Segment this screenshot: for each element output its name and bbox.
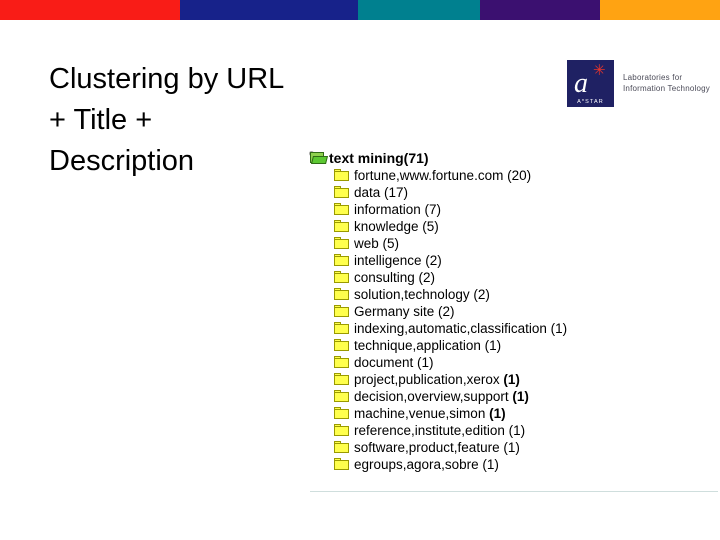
tree-item-label: egroups,agora,sobre (1) [354, 457, 499, 472]
tree-item[interactable]: data (17) [309, 184, 709, 201]
tree-item[interactable]: egroups,agora,sobre (1) [309, 456, 709, 473]
folder-icon [334, 288, 351, 301]
astar-logo: a ✳ A*STAR Laboratories for Information … [567, 60, 712, 110]
folder-icon [334, 322, 351, 335]
tree-item-label: information (7) [354, 202, 442, 217]
color-bar-segment-teal [358, 0, 480, 20]
tree-item-label: decision,overview,support (1) [354, 389, 529, 404]
logo-wordmark-line1: Laboratories for [623, 73, 683, 82]
tree-item-count: (1) [503, 372, 520, 387]
logo-wordmark-line2: Information Technology [623, 83, 710, 93]
folder-icon [334, 339, 351, 352]
open-folder-green-icon [309, 151, 328, 166]
tree-item-label: indexing,automatic,classification (1) [354, 321, 568, 336]
tree-item-label: intelligence (2) [354, 253, 442, 268]
folder-icon [334, 169, 351, 182]
tree-item[interactable]: consulting (2) [309, 269, 709, 286]
folder-icon [334, 441, 351, 454]
star-icon: ✳ [593, 62, 606, 79]
color-bar-segment-red [0, 0, 180, 20]
tree-item[interactable]: decision,overview,support (1) [309, 388, 709, 405]
tree-item[interactable]: information (7) [309, 201, 709, 218]
decorative-color-bar [0, 0, 720, 20]
color-bar-segment-blue [180, 0, 358, 20]
tree-item-label: solution,technology (2) [354, 287, 490, 302]
tree-item-label: project,publication,xerox (1) [354, 372, 520, 387]
logo-wordmark: Laboratories for Information Technology [623, 73, 710, 94]
tree-item-label: fortune,www.fortune.com (20) [354, 168, 532, 183]
tree-item-label: web (5) [354, 236, 400, 251]
folder-icon [334, 373, 351, 386]
tree-item-count: (1) [512, 389, 529, 404]
tree-item[interactable]: intelligence (2) [309, 252, 709, 269]
tree-item[interactable]: project,publication,xerox (1) [309, 371, 709, 388]
logo-astar-label: A*STAR [577, 99, 604, 105]
folder-icon [334, 186, 351, 199]
horizontal-divider [310, 491, 718, 492]
cluster-tree[interactable]: text mining(71) fortune,www.fortune.com (… [309, 150, 709, 473]
tree-item[interactable]: knowledge (5) [309, 218, 709, 235]
tree-item[interactable]: software,product,feature (1) [309, 439, 709, 456]
folder-icon [334, 407, 351, 420]
folder-icon [334, 356, 351, 369]
tree-item[interactable]: Germany site (2) [309, 303, 709, 320]
tree-item-label: knowledge (5) [354, 219, 439, 234]
folder-icon [334, 390, 351, 403]
tree-item-label: document (1) [354, 355, 434, 370]
tree-item-label: technique,application (1) [354, 338, 502, 353]
color-bar-segment-purple [480, 0, 600, 20]
tree-item-count: (1) [489, 406, 506, 421]
tree-root-node[interactable]: text mining(71) [309, 150, 709, 167]
tree-item-label: software,product,feature (1) [354, 440, 520, 455]
tree-item[interactable]: machine,venue,simon (1) [309, 405, 709, 422]
folder-icon [334, 458, 351, 471]
page-title: Clustering by URL + Title + Description [49, 63, 292, 177]
folder-icon [334, 220, 351, 233]
tree-item[interactable]: fortune,www.fortune.com (20) [309, 167, 709, 184]
folder-icon [334, 424, 351, 437]
tree-item-label: consulting (2) [354, 270, 436, 285]
tree-root-label: text mining(71) [329, 150, 429, 166]
tree-item[interactable]: solution,technology (2) [309, 286, 709, 303]
astar-logo-mark: a ✳ A*STAR [567, 60, 614, 107]
tree-item-label: reference,institute,edition (1) [354, 423, 526, 438]
folder-icon [334, 203, 351, 216]
tree-item[interactable]: web (5) [309, 235, 709, 252]
folder-icon [334, 237, 351, 250]
tree-item-label: Germany site (2) [354, 304, 455, 319]
tree-item-label: data (17) [354, 185, 409, 200]
tree-item[interactable]: technique,application (1) [309, 337, 709, 354]
folder-icon [334, 305, 351, 318]
tree-item[interactable]: indexing,automatic,classification (1) [309, 320, 709, 337]
tree-item-label: machine,venue,simon (1) [354, 406, 506, 421]
tree-item[interactable]: document (1) [309, 354, 709, 371]
folder-icon [334, 271, 351, 284]
logo-letter-a: a [574, 68, 588, 99]
tree-item[interactable]: reference,institute,edition (1) [309, 422, 709, 439]
folder-icon [334, 254, 351, 267]
color-bar-segment-orange [600, 0, 720, 20]
